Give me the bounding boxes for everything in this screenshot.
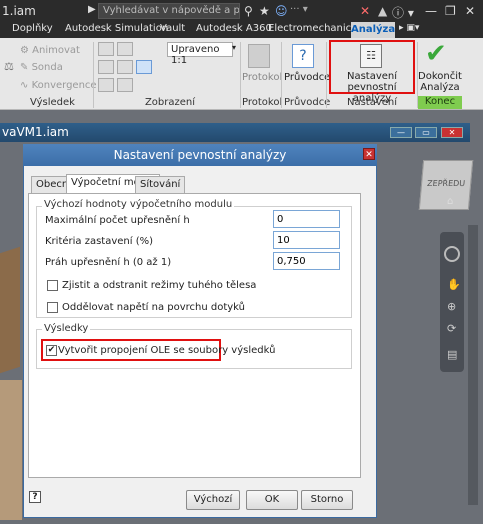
- tab-electromechanical[interactable]: Electromechanical: [268, 23, 360, 34]
- finish-check-icon[interactable]: ✔: [425, 40, 447, 68]
- probe-label: Sonda: [31, 62, 63, 73]
- animate-label: Animovat: [32, 45, 80, 56]
- separate-stress-checkbox[interactable]: [47, 302, 58, 313]
- probe-display-icon[interactable]: [136, 60, 152, 74]
- dialog-close-button[interactable]: ✕: [363, 148, 375, 160]
- stop-criteria-label: Kritéria zastavení (%): [45, 236, 154, 247]
- scale-dropdown[interactable]: Upraveno 1:1: [167, 42, 233, 66]
- minmax-icon[interactable]: [98, 78, 114, 92]
- document-name: vaVM1.iam: [2, 125, 69, 139]
- binoculars-icon[interactable]: ⚲: [244, 4, 253, 18]
- restore-icon[interactable]: ❐: [445, 4, 456, 18]
- panel-zobrazeni: Zobrazení: [144, 97, 196, 108]
- viewcube-label: ZEPŘEDU: [426, 179, 466, 188]
- separator: [326, 42, 327, 108]
- defaults-button[interactable]: Výchozí: [186, 490, 240, 510]
- result-scale-icon[interactable]: ⚖: [4, 60, 14, 73]
- help-icon[interactable]: ⓘ ▾: [392, 4, 414, 21]
- star-icon[interactable]: ★: [259, 4, 270, 18]
- close-window-icon[interactable]: ✕: [465, 4, 475, 18]
- look-icon[interactable]: ▤: [447, 348, 457, 361]
- dialog-title: Nastavení pevnostní analýzy: [23, 144, 377, 166]
- ole-link-label: Vytvořit propojení OLE se soubory výsled…: [58, 345, 276, 356]
- mesh-icon[interactable]: [117, 60, 133, 74]
- model-part: [0, 246, 20, 374]
- side-strip: [468, 225, 478, 505]
- panel-vysledek: Výsledek: [30, 97, 75, 108]
- search-input[interactable]: Vyhledávat v nápovědě a příkaze: [98, 3, 240, 19]
- panel-pruvodce: Průvodce: [284, 97, 331, 108]
- minimize-icon[interactable]: —: [425, 4, 437, 18]
- separator: [93, 42, 94, 108]
- boundary-icon[interactable]: [98, 60, 114, 74]
- user-icon[interactable]: ☺: [275, 4, 288, 18]
- window-title: 1.iam: [2, 4, 36, 18]
- refinement-threshold-label: Práh upřesnění h (0 až 1): [45, 257, 172, 268]
- tab-doplnky[interactable]: Doplňky: [12, 23, 53, 34]
- stop-criteria-input[interactable]: [273, 231, 340, 249]
- rigid-body-label: Zjistit a odstranit režimy tuhého tělesa: [62, 280, 257, 291]
- tab-more-icon[interactable]: ▸ ▣▾: [399, 23, 419, 33]
- separate-stress-label: Oddělovat napětí na povrchu dotyků: [62, 302, 246, 313]
- separator: [281, 42, 282, 108]
- tab-sitovani[interactable]: Sítování: [135, 176, 186, 193]
- alert-icon[interactable]: ▲: [378, 4, 387, 18]
- model-part: [0, 380, 22, 520]
- results-group-title: Výsledky: [42, 323, 91, 334]
- legend-icon[interactable]: [117, 78, 133, 92]
- panel-nastaveni: Nastavení: [346, 97, 398, 108]
- shading-icon[interactable]: [117, 42, 133, 56]
- zoom-icon[interactable]: ⊕: [447, 300, 456, 313]
- orbit-icon[interactable]: ⟳: [447, 322, 456, 335]
- steering-wheel-icon[interactable]: [444, 246, 460, 262]
- separator: [240, 42, 241, 108]
- tab-analyza[interactable]: Analýza: [351, 22, 395, 38]
- home-icon[interactable]: ⌂: [447, 196, 453, 207]
- convergence-label: Konvergence: [31, 80, 97, 91]
- doc-restore-button[interactable]: ▭: [415, 127, 437, 138]
- cart-icon[interactable]: ✕: [360, 4, 370, 18]
- panel-konec: Konec: [418, 96, 462, 109]
- ole-link-checkbox[interactable]: ✔: [46, 345, 57, 356]
- max-refinements-label: Maximální počet upřesnění h: [45, 215, 190, 226]
- probe-item[interactable]: ✎ Sonda: [20, 62, 63, 73]
- max-refinements-input[interactable]: [273, 210, 340, 228]
- panel-protokol: Protokol: [242, 97, 283, 108]
- chevron-down-icon[interactable]: ▾: [232, 43, 236, 52]
- ok-button[interactable]: OK: [246, 490, 298, 510]
- report-icon[interactable]: [248, 44, 270, 68]
- solver-defaults-title: Výchozí hodnoty výpočetního modulu: [42, 199, 235, 210]
- tab-vault[interactable]: Vault: [160, 23, 185, 34]
- signin-text[interactable]: ··· ▾: [290, 4, 308, 15]
- refinement-threshold-input[interactable]: [273, 252, 340, 270]
- panel-konec-label: Konec: [424, 96, 456, 107]
- pan-icon[interactable]: ✋: [447, 278, 461, 291]
- doc-minimize-button[interactable]: —: [390, 127, 412, 138]
- guide-icon[interactable]: ?: [292, 44, 314, 68]
- contour-icon[interactable]: [98, 42, 114, 56]
- finish-button[interactable]: Dokončit Analýza: [418, 71, 462, 93]
- play-icon[interactable]: ▶: [88, 4, 96, 15]
- cancel-button[interactable]: Storno: [301, 490, 353, 510]
- animate-item[interactable]: ⚙ Animovat: [20, 45, 80, 56]
- doc-close-button[interactable]: ✕: [441, 127, 463, 138]
- settings-icon[interactable]: ☷: [360, 44, 382, 68]
- guide-button[interactable]: Průvodce: [284, 72, 330, 83]
- viewcube[interactable]: ZEPŘEDU: [418, 160, 474, 210]
- help-button[interactable]: ?: [29, 491, 41, 503]
- tab-autodesk-simulation[interactable]: Autodesk Simulation: [65, 23, 168, 34]
- rigid-body-checkbox[interactable]: [47, 280, 58, 291]
- report-button[interactable]: Protokol: [242, 72, 282, 83]
- convergence-item[interactable]: ∿ Konvergence: [20, 80, 97, 91]
- tab-autodesk-a360[interactable]: Autodesk A360: [196, 23, 272, 34]
